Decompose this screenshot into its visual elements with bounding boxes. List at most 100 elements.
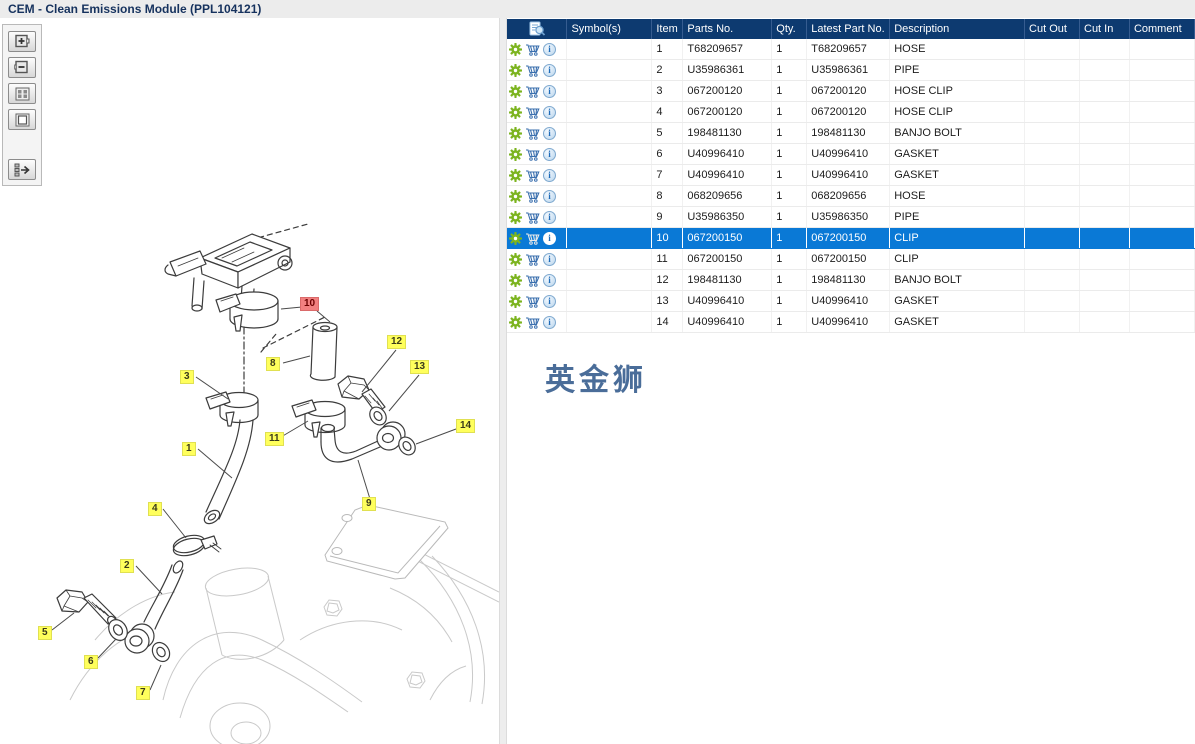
cell-cut_out[interactable] — [1025, 165, 1080, 186]
cell-item[interactable]: 9 — [652, 207, 683, 228]
table-row[interactable]: i121984811301198481130BANJO BOLT — [507, 270, 1195, 291]
add-to-cart-icon[interactable] — [525, 127, 540, 140]
diagram-label-13[interactable]: 13 — [410, 360, 429, 374]
cell-description[interactable]: PIPE — [890, 60, 1025, 81]
cell-comment[interactable] — [1129, 144, 1194, 165]
diagram-label-8[interactable]: 8 — [266, 357, 280, 371]
cell-latest[interactable]: U40996410 — [807, 165, 890, 186]
cell-cut_out[interactable] — [1025, 312, 1080, 333]
table-row[interactable]: i80682096561068209656HOSE — [507, 186, 1195, 207]
settings-gear-icon[interactable] — [509, 253, 522, 266]
cell-comment[interactable] — [1129, 249, 1194, 270]
cell-qty[interactable]: 1 — [772, 39, 807, 60]
cell-cut_in[interactable] — [1080, 60, 1130, 81]
cell-symbols[interactable] — [567, 186, 652, 207]
cell-symbols[interactable] — [567, 207, 652, 228]
cell-cut_out[interactable] — [1025, 207, 1080, 228]
info-icon[interactable]: i — [543, 169, 556, 182]
settings-gear-icon[interactable] — [509, 274, 522, 287]
cell-cut_in[interactable] — [1080, 291, 1130, 312]
cell-description[interactable]: HOSE CLIP — [890, 81, 1025, 102]
cell-latest[interactable]: 198481130 — [807, 270, 890, 291]
add-to-cart-icon[interactable] — [525, 211, 540, 224]
table-row[interactable]: i30672001201067200120HOSE CLIP — [507, 81, 1195, 102]
cell-description[interactable]: CLIP — [890, 228, 1025, 249]
cell-item[interactable]: 2 — [652, 60, 683, 81]
cell-cut_in[interactable] — [1080, 312, 1130, 333]
cell-item[interactable]: 5 — [652, 123, 683, 144]
add-to-cart-icon[interactable] — [525, 232, 540, 245]
cell-item[interactable]: 7 — [652, 165, 683, 186]
cell-comment[interactable] — [1129, 312, 1194, 333]
cell-comment[interactable] — [1129, 102, 1194, 123]
cell-symbols[interactable] — [567, 228, 652, 249]
info-icon[interactable]: i — [543, 148, 556, 161]
cell-symbols[interactable] — [567, 81, 652, 102]
cell-symbols[interactable] — [567, 123, 652, 144]
table-row[interactable]: i51984811301198481130BANJO BOLT — [507, 123, 1195, 144]
cell-item[interactable]: 11 — [652, 249, 683, 270]
add-to-cart-icon[interactable] — [525, 253, 540, 266]
cell-cut_in[interactable] — [1080, 186, 1130, 207]
settings-gear-icon[interactable] — [509, 106, 522, 119]
table-row[interactable]: i6U409964101U40996410GASKET — [507, 144, 1195, 165]
cell-qty[interactable]: 1 — [772, 81, 807, 102]
cell-cut_out[interactable] — [1025, 249, 1080, 270]
cell-comment[interactable] — [1129, 207, 1194, 228]
diagram-label-7[interactable]: 7 — [136, 686, 150, 700]
cell-cut_out[interactable] — [1025, 186, 1080, 207]
info-icon[interactable]: i — [543, 190, 556, 203]
diagram-label-9[interactable]: 9 — [362, 497, 376, 511]
add-to-cart-icon[interactable] — [525, 295, 540, 308]
cell-parts_no[interactable]: 067200150 — [683, 249, 772, 270]
cell-cut_out[interactable] — [1025, 60, 1080, 81]
cell-latest[interactable]: 068209656 — [807, 186, 890, 207]
diagram-label-3[interactable]: 3 — [180, 370, 194, 384]
settings-gear-icon[interactable] — [509, 295, 522, 308]
cell-description[interactable]: CLIP — [890, 249, 1025, 270]
diagram-label-12[interactable]: 12 — [387, 335, 406, 349]
settings-gear-icon[interactable] — [509, 148, 522, 161]
cell-cut_out[interactable] — [1025, 144, 1080, 165]
info-icon[interactable]: i — [543, 316, 556, 329]
cell-parts_no[interactable]: U40996410 — [683, 291, 772, 312]
add-to-cart-icon[interactable] — [525, 85, 540, 98]
panel-splitter[interactable] — [499, 18, 507, 744]
cell-description[interactable]: GASKET — [890, 165, 1025, 186]
cell-item[interactable]: 12 — [652, 270, 683, 291]
cell-cut_in[interactable] — [1080, 102, 1130, 123]
cell-parts_no[interactable]: U35986350 — [683, 207, 772, 228]
cell-latest[interactable]: 067200120 — [807, 102, 890, 123]
info-icon[interactable]: i — [543, 43, 556, 56]
cell-comment[interactable] — [1129, 186, 1194, 207]
cell-qty[interactable]: 1 — [772, 270, 807, 291]
cell-parts_no[interactable]: U40996410 — [683, 144, 772, 165]
cell-qty[interactable]: 1 — [772, 165, 807, 186]
cell-item[interactable]: 8 — [652, 186, 683, 207]
cell-latest[interactable]: U40996410 — [807, 312, 890, 333]
cell-cut_out[interactable] — [1025, 81, 1080, 102]
info-icon[interactable]: i — [543, 274, 556, 287]
column-header-latest-part-no-[interactable]: Latest Part No. — [807, 19, 890, 39]
cell-cut_in[interactable] — [1080, 207, 1130, 228]
cell-qty[interactable]: 1 — [772, 207, 807, 228]
cell-item[interactable]: 14 — [652, 312, 683, 333]
info-icon[interactable]: i — [543, 211, 556, 224]
cell-parts_no[interactable]: 067200150 — [683, 228, 772, 249]
cell-item[interactable]: 10 — [652, 228, 683, 249]
cell-symbols[interactable] — [567, 291, 652, 312]
cell-cut_out[interactable] — [1025, 270, 1080, 291]
cell-description[interactable]: PIPE — [890, 207, 1025, 228]
table-row[interactable]: i2U359863611U35986361PIPE — [507, 60, 1195, 81]
cell-comment[interactable] — [1129, 123, 1194, 144]
info-icon[interactable]: i — [543, 232, 556, 245]
cell-parts_no[interactable]: 067200120 — [683, 81, 772, 102]
cell-qty[interactable]: 1 — [772, 123, 807, 144]
add-to-cart-icon[interactable] — [525, 190, 540, 203]
settings-gear-icon[interactable] — [509, 127, 522, 140]
column-header-comment[interactable]: Comment — [1129, 19, 1194, 39]
table-row[interactable]: i13U409964101U40996410GASKET — [507, 291, 1195, 312]
cell-symbols[interactable] — [567, 102, 652, 123]
cell-parts_no[interactable]: T68209657 — [683, 39, 772, 60]
info-icon[interactable]: i — [543, 85, 556, 98]
